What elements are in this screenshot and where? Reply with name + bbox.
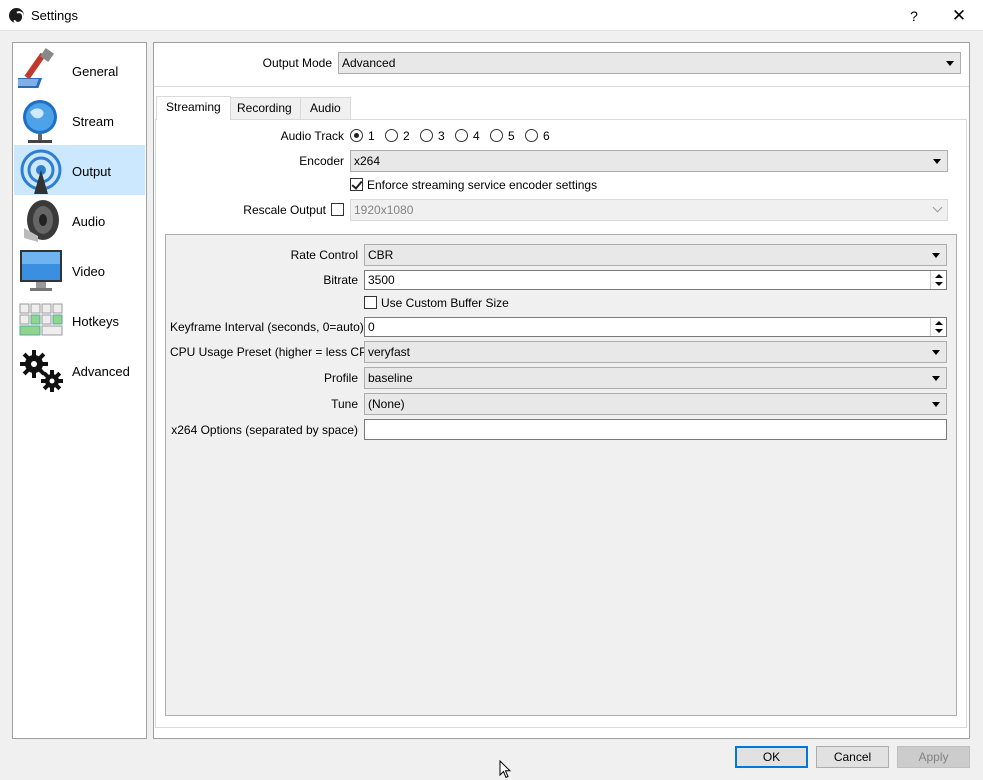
- cpu-preset-label: CPU Usage Preset (higher = less CPU): [170, 345, 380, 359]
- keyframe-interval-spinbox[interactable]: 0: [364, 317, 947, 337]
- keyframe-interval-value: 0: [368, 320, 375, 334]
- sidebar-item-label: Stream: [72, 114, 114, 129]
- spin-up-icon[interactable]: [935, 321, 943, 325]
- help-button[interactable]: ?: [904, 6, 924, 26]
- output-mode-value: Advanced: [342, 56, 396, 70]
- bitrate-spinbox[interactable]: 3500: [364, 270, 947, 290]
- stream-globe-icon: [23, 100, 57, 143]
- profile-label: Profile: [323, 371, 358, 385]
- tab-audio[interactable]: Audio: [300, 97, 351, 119]
- spin-buttons[interactable]: [930, 318, 946, 336]
- chevron-down-icon: [932, 202, 943, 213]
- spin-down-icon[interactable]: [935, 329, 943, 333]
- window-title: Settings: [31, 8, 78, 23]
- chevron-down-icon: [932, 350, 940, 355]
- sidebar-item-audio[interactable]: Audio: [14, 195, 145, 245]
- rescale-output-checkbox[interactable]: [331, 203, 344, 216]
- rescale-output-label: Rescale Output: [243, 203, 326, 217]
- tab-recording[interactable]: Recording: [227, 97, 302, 119]
- cpu-preset-value: veryfast: [368, 345, 411, 359]
- sidebar-item-label: Audio: [72, 214, 106, 229]
- spin-up-icon[interactable]: [935, 274, 943, 278]
- audio-track-radio-6[interactable]: [525, 129, 538, 142]
- rate-control-value: CBR: [368, 248, 394, 262]
- enforce-label: Enforce streaming service encoder settin…: [367, 178, 598, 192]
- keyframe-interval-label: Keyframe Interval (seconds, 0=auto): [170, 320, 364, 334]
- settings-sidebar: General Stream Output Audio Video Hotkey…: [12, 42, 147, 739]
- sidebar-item-label: General: [72, 64, 119, 79]
- custom-buffer-checkbox[interactable]: [364, 296, 377, 309]
- encoder-settings-group: [165, 234, 957, 716]
- divider: [154, 86, 969, 87]
- x264-options-input[interactable]: [364, 419, 947, 440]
- obs-logo-icon: [9, 8, 24, 23]
- sidebar-item-output[interactable]: Output: [14, 145, 145, 195]
- rescale-resolution-value: 1920x1080: [354, 203, 414, 217]
- sidebar-item-label: Advanced: [72, 364, 130, 379]
- encoder-value: x264: [354, 154, 381, 168]
- profile-value: baseline: [368, 371, 413, 385]
- sidebar-item-advanced[interactable]: Advanced: [14, 345, 145, 395]
- audio-track-option-2: 2: [403, 129, 410, 143]
- chevron-down-icon: [932, 253, 940, 258]
- close-icon[interactable]: ✕: [948, 6, 970, 26]
- audio-track-radio-1[interactable]: [350, 129, 363, 142]
- rescale-resolution-select: 1920x1080: [350, 199, 948, 221]
- profile-select[interactable]: baseline: [364, 367, 947, 389]
- bitrate-value: 3500: [368, 273, 395, 287]
- sidebar-item-hotkeys[interactable]: Hotkeys: [14, 295, 145, 345]
- speaker-icon: [24, 200, 59, 242]
- apply-button[interactable]: Apply: [897, 746, 970, 768]
- enforce-checkbox[interactable]: [350, 178, 363, 191]
- output-antenna-icon: [20, 149, 62, 194]
- audio-track-radio-5[interactable]: [490, 129, 503, 142]
- x264-options-label: x264 Options (separated by space): [171, 423, 358, 437]
- sidebar-item-video[interactable]: Video: [14, 245, 145, 295]
- spin-down-icon[interactable]: [935, 282, 943, 286]
- audio-track-radio-4[interactable]: [455, 129, 468, 142]
- sidebar-item-general[interactable]: General: [14, 45, 145, 95]
- audio-track-label: Audio Track: [280, 129, 344, 143]
- monitor-icon: [20, 250, 62, 291]
- rate-control-label: Rate Control: [290, 248, 358, 262]
- custom-buffer-label: Use Custom Buffer Size: [381, 296, 509, 310]
- audio-track-radio-3[interactable]: [420, 129, 433, 142]
- chevron-down-icon: [933, 159, 941, 164]
- sidebar-item-stream[interactable]: Stream: [14, 95, 145, 145]
- bitrate-label: Bitrate: [323, 273, 358, 287]
- audio-track-option-4: 4: [473, 129, 480, 143]
- spin-buttons[interactable]: [930, 271, 946, 289]
- sidebar-item-label: Output: [72, 164, 112, 179]
- mouse-cursor-icon: [499, 760, 511, 779]
- gears-icon: [20, 350, 63, 392]
- chevron-down-icon: [946, 61, 954, 66]
- ok-button[interactable]: OK: [735, 746, 808, 768]
- tune-label: Tune: [331, 397, 358, 411]
- output-mode-select[interactable]: Advanced: [338, 52, 961, 74]
- audio-track-radio-2[interactable]: [385, 129, 398, 142]
- tune-select[interactable]: (None): [364, 393, 947, 415]
- keyboard-icon: [19, 303, 63, 336]
- output-mode-label: Output Mode: [262, 56, 332, 70]
- encoder-label: Encoder: [299, 154, 344, 168]
- sidebar-item-label: Hotkeys: [72, 314, 119, 329]
- tune-value: (None): [368, 397, 405, 411]
- audio-track-option-1: 1: [368, 129, 375, 143]
- sidebar-item-label: Video: [72, 264, 106, 279]
- rate-control-select[interactable]: CBR: [364, 244, 947, 266]
- cpu-preset-select[interactable]: veryfast: [364, 341, 947, 363]
- audio-track-option-5: 5: [508, 129, 515, 143]
- chevron-down-icon: [932, 376, 940, 381]
- tab-streaming[interactable]: Streaming: [156, 96, 231, 120]
- audio-track-option-3: 3: [438, 129, 445, 143]
- chevron-down-icon: [932, 402, 940, 407]
- encoder-select[interactable]: x264: [350, 150, 948, 172]
- title-bar: Settings ? ✕: [0, 0, 983, 31]
- audio-track-option-6: 6: [543, 129, 550, 143]
- general-icon: [18, 48, 54, 88]
- cancel-button[interactable]: Cancel: [816, 746, 889, 768]
